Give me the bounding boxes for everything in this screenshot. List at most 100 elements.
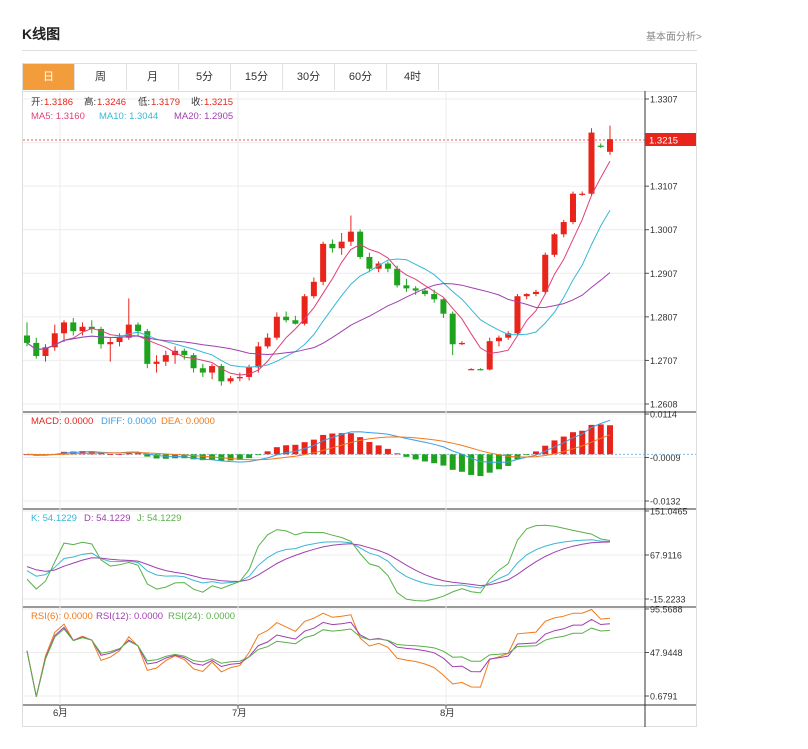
candle-body — [347, 231, 354, 242]
dea-label: DEA: 0.0000 — [161, 416, 215, 427]
candle-body — [209, 366, 216, 373]
ma-lines — [26, 160, 611, 376]
candle-body — [495, 337, 502, 342]
axis-tick-label: 1.3107 — [650, 182, 678, 192]
rsi6-line — [26, 608, 611, 697]
close-label: 收: — [191, 96, 203, 108]
macd-bar — [255, 454, 262, 456]
macd-bar — [569, 432, 576, 455]
candle-body — [310, 281, 317, 297]
rsi12-label: RSI(12): 0.0000 — [96, 611, 163, 622]
ma5-line — [26, 160, 611, 376]
candle-body — [421, 290, 428, 295]
candles — [24, 125, 613, 386]
month-label-jul: 7月 — [232, 708, 247, 719]
candle-body — [227, 378, 234, 382]
rsi24-label: RSI(24): 0.0000 — [168, 611, 235, 622]
macd-bar — [246, 454, 253, 459]
rsi24-line — [26, 627, 611, 697]
macd-bar — [375, 445, 382, 455]
candle-body — [264, 337, 271, 347]
candle-body — [199, 368, 206, 373]
candle-body — [579, 193, 586, 195]
high-label: 高: — [84, 96, 96, 108]
macd-bar — [227, 454, 234, 461]
candle-body — [588, 132, 595, 194]
ma5-label: MA5: 1.3160 — [31, 111, 85, 122]
candle-body — [79, 326, 86, 332]
d-label: D: 54.1229 — [84, 513, 130, 524]
candle-body — [338, 241, 345, 249]
candle-body — [384, 263, 391, 269]
axis-tick-label: 67.9116 — [650, 551, 682, 561]
axis-tick-label: -15.2233 — [650, 595, 686, 605]
macd-bar — [384, 448, 391, 455]
high-value: 1.3246 — [97, 97, 126, 108]
candle-body — [24, 335, 30, 343]
axis-tick-label: -0.0132 — [650, 497, 681, 507]
macd-bar — [523, 454, 530, 456]
macd-bar — [607, 425, 613, 455]
axis-tick-label: 95.5688 — [650, 605, 683, 615]
candle-body — [116, 337, 123, 343]
candle-body — [292, 320, 299, 324]
macd-bar — [107, 454, 114, 455]
month-label-aug: 8月 — [440, 708, 455, 719]
candle-body — [440, 299, 447, 314]
macd-bar — [449, 454, 456, 470]
j-label: J: 54.1229 — [137, 513, 181, 524]
axis-tick-label: 1.2608 — [650, 400, 678, 410]
rsi12-line — [26, 618, 611, 697]
candle-body — [329, 243, 336, 249]
candle-body — [560, 222, 567, 235]
macd-bar — [486, 454, 493, 473]
macd-bar — [431, 454, 438, 464]
candle-body — [394, 268, 401, 286]
axis-tick-label: 1.2807 — [650, 312, 678, 322]
candle-body — [523, 294, 530, 297]
candle-body — [607, 139, 613, 152]
candle-body — [153, 361, 160, 364]
last-price-value: 1.3215 — [649, 136, 678, 147]
candle-body — [449, 313, 456, 345]
candle-body — [190, 355, 197, 369]
candle-body — [412, 288, 419, 291]
candle-body — [236, 376, 243, 379]
macd-bar — [264, 451, 271, 455]
macd-bar — [292, 444, 299, 455]
open-label: 开: — [31, 97, 43, 108]
macd-bar — [421, 454, 428, 462]
dea-line — [26, 434, 611, 461]
candle-body — [273, 316, 280, 338]
candle-body — [532, 291, 539, 295]
candle-body — [107, 342, 114, 345]
axis-tick-label: 1.3007 — [650, 225, 678, 235]
macd-bar — [338, 433, 345, 455]
candle-body — [477, 369, 484, 371]
low-value: 1.3179 — [151, 97, 180, 108]
macd-bar — [412, 454, 419, 460]
macd-bar — [440, 454, 447, 466]
candle-body — [61, 322, 68, 334]
macd-bar — [135, 453, 142, 455]
kline-chart[interactable]: 1.33071.32071.31071.30071.29071.28071.27… — [0, 0, 808, 749]
candle-body — [551, 234, 558, 255]
ma20-label: MA20: 1.2905 — [174, 111, 233, 122]
rsi6-label: RSI(6): 0.0000 — [31, 611, 93, 622]
d-line — [26, 541, 611, 587]
macd-bar — [394, 453, 401, 455]
macd-bar — [116, 454, 123, 456]
macd-bar — [273, 447, 280, 455]
macd-label: MACD: 0.0000 — [31, 416, 93, 427]
candle-body — [70, 322, 77, 332]
indicator-lines — [24, 419, 613, 697]
axis-tick-label: 151.0465 — [650, 507, 688, 517]
candle-body — [486, 341, 493, 370]
candle-body — [366, 256, 373, 269]
k-line — [26, 539, 611, 589]
axis-tick-label: 47.9448 — [650, 648, 683, 658]
candle-body — [181, 350, 188, 356]
candle-body — [255, 346, 262, 368]
close-value: 1.3215 — [204, 97, 233, 108]
candle-body — [597, 145, 604, 147]
